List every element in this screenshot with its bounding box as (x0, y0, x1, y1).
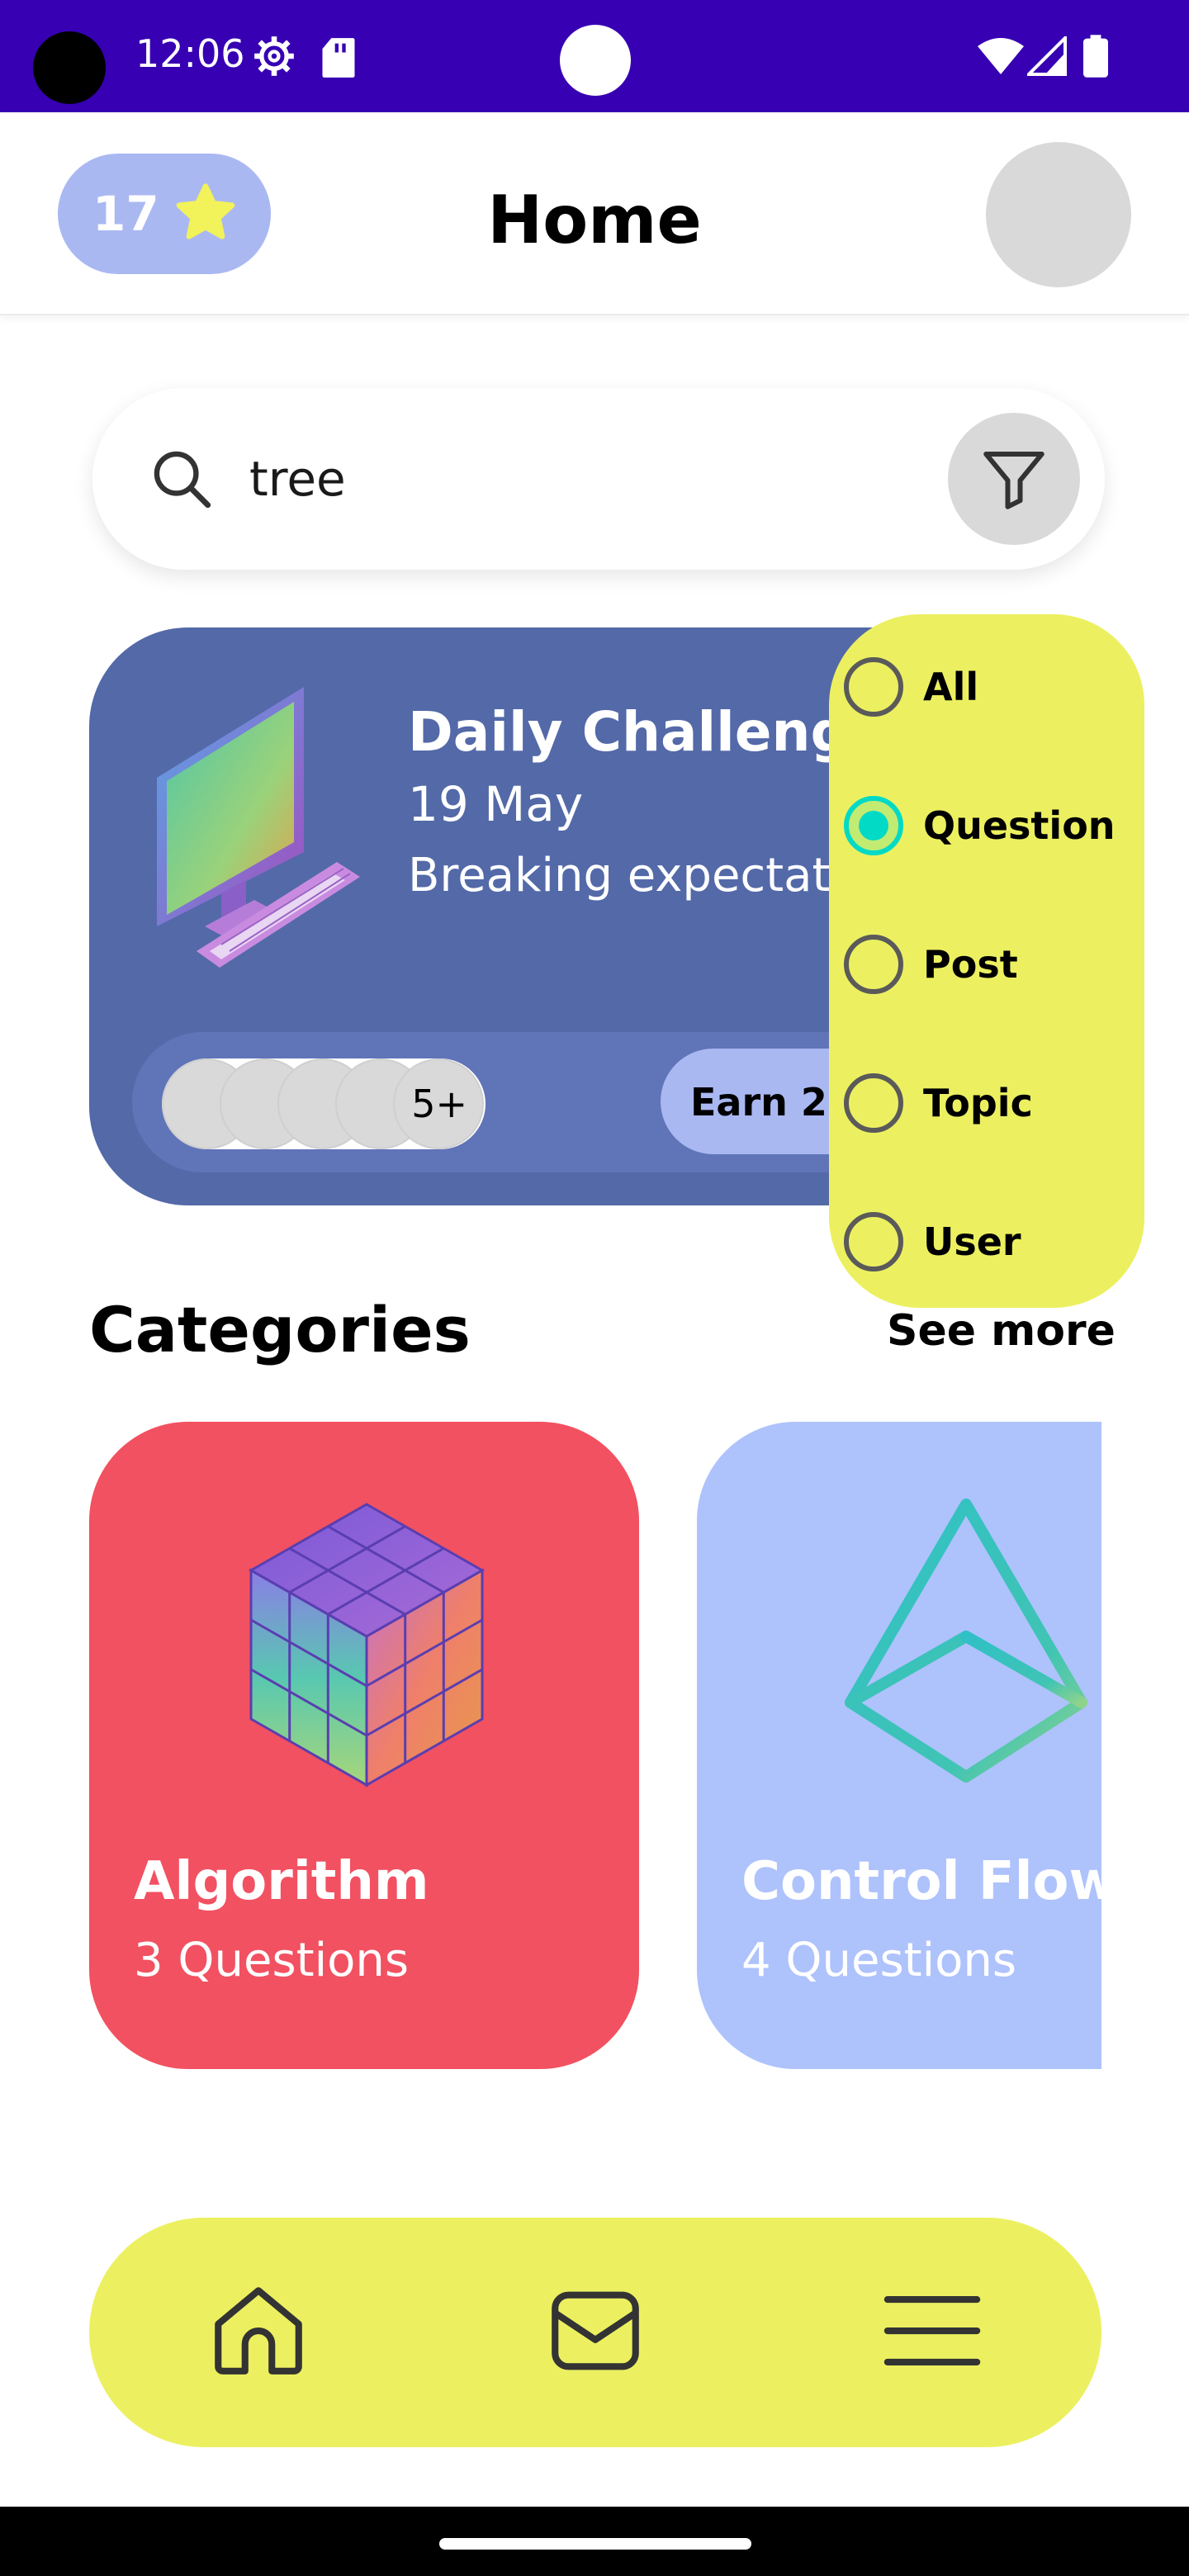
radio-button[interactable] (844, 657, 903, 717)
filter-option-label: All (923, 665, 979, 709)
camera-cutout (33, 31, 106, 104)
challenge-date: 19 May (408, 776, 584, 832)
radio-button[interactable] (844, 1073, 903, 1133)
filter-option-post[interactable]: Post (844, 931, 1018, 997)
category-card-algorithm[interactable]: Algorithm 3 Questions (89, 1422, 639, 2069)
front-camera (560, 25, 631, 96)
wifi-icon (978, 38, 1024, 74)
challenge-title: Daily Challenge (408, 700, 887, 764)
search-icon (154, 451, 211, 509)
radio-button-selected[interactable] (844, 796, 903, 855)
radio-button[interactable] (844, 1212, 903, 1271)
search-bar (92, 388, 1105, 570)
settings-icon (254, 36, 294, 76)
filter-option-label: Topic (923, 1081, 1033, 1125)
status-bar: 12:06 (0, 0, 1189, 112)
category-card-control-flow[interactable]: Control Flow 4 Questions (697, 1422, 1101, 2069)
search-input[interactable] (249, 421, 910, 537)
nav-home-button[interactable] (197, 2269, 320, 2393)
category-count: 4 Questions (741, 1934, 1017, 1987)
home-icon (215, 2287, 302, 2375)
battery-icon (1083, 35, 1108, 78)
filter-option-user[interactable]: User (844, 1209, 1021, 1275)
category-count: 3 Questions (134, 1934, 410, 1987)
filter-option-label: User (923, 1219, 1021, 1264)
computer-icon (157, 687, 360, 968)
category-name: Algorithm (134, 1851, 429, 1912)
filter-option-all[interactable]: All (844, 654, 978, 720)
nav-menu-button[interactable] (870, 2269, 994, 2393)
categories-heading: Categories (89, 1293, 471, 1366)
signal-icon (1027, 36, 1067, 76)
app-bar: 17 Home (0, 112, 1189, 315)
radio-button[interactable] (844, 935, 903, 994)
categories-carousel[interactable]: Algorithm 3 Questions Control Flow 4 Que… (89, 1422, 1101, 2069)
participants-group[interactable]: 5+ (162, 1058, 486, 1149)
filter-option-topic[interactable]: Topic (844, 1070, 1033, 1136)
radio-dot (859, 811, 888, 841)
status-time: 12:06 (135, 31, 245, 76)
filter-option-label: Post (923, 942, 1018, 987)
mail-icon (552, 2291, 639, 2370)
filter-icon (983, 452, 1045, 509)
system-navigation-bar (0, 2507, 1189, 2576)
bottom-navigation (89, 2218, 1101, 2447)
participants-more: 5+ (411, 1082, 467, 1126)
avatar[interactable] (986, 142, 1131, 287)
see-more-link[interactable]: See more (887, 1306, 1116, 1356)
filter-menu: All Question Post Topic User (829, 614, 1144, 1308)
category-name: Control Flow (741, 1851, 1101, 1912)
filter-button[interactable] (948, 413, 1080, 545)
filter-option-question[interactable]: Question (844, 793, 1116, 859)
rubiks-cube-icon (248, 1503, 486, 1788)
pyramid-icon (845, 1499, 1087, 1783)
menu-icon (883, 2296, 981, 2365)
gesture-home-bar[interactable] (439, 2538, 751, 2550)
filter-option-label: Question (923, 803, 1116, 848)
sd-card-icon (322, 38, 355, 78)
nav-mail-button[interactable] (533, 2269, 657, 2393)
